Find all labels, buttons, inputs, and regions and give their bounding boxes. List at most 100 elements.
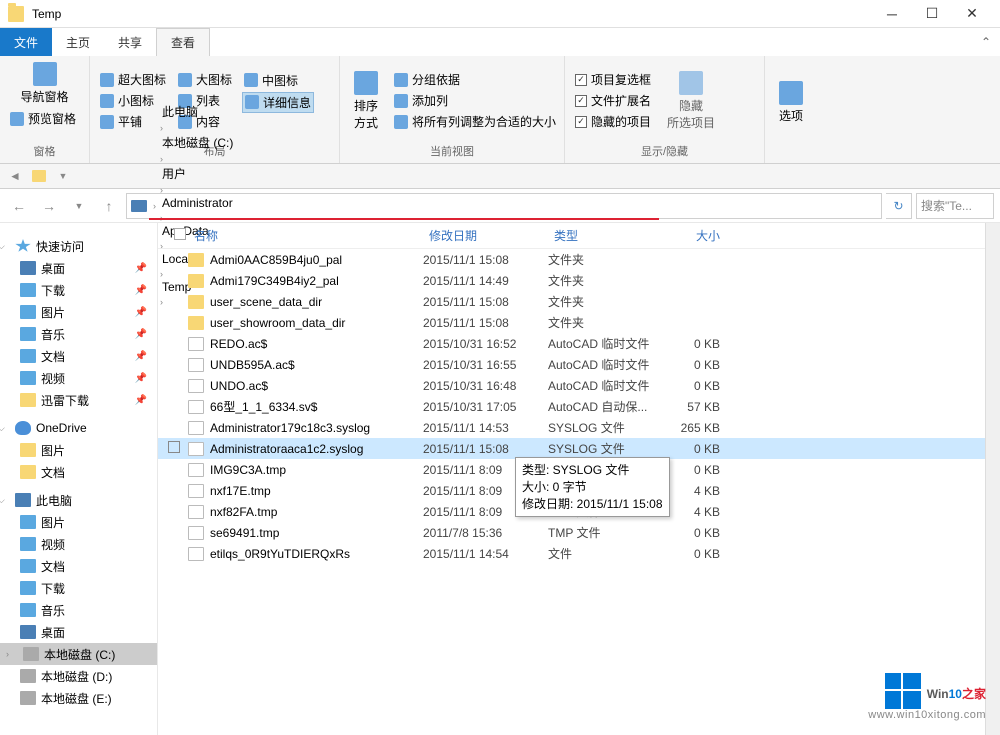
chk-hidden-items[interactable]: ✓隐藏的项目: [573, 112, 653, 131]
column-name[interactable]: 名称: [188, 227, 423, 244]
add-columns-button[interactable]: 添加列: [392, 91, 558, 110]
file-date: 2015/11/1 14:53: [423, 421, 548, 435]
file-row[interactable]: Admi179C349B4iy2_pal2015/11/1 14:49文件夹: [158, 270, 1000, 291]
pin-icon: 📌: [135, 263, 147, 274]
folder-icon: [8, 6, 24, 22]
chevron-down-icon: ⌵: [0, 495, 8, 506]
sidebar-videos[interactable]: 视频📌: [0, 367, 157, 389]
breadcrumb-caret-icon[interactable]: ›: [158, 185, 165, 195]
file-row[interactable]: 66型_1_1_6334.sv$2015/10/31 17:05AutoCAD …: [158, 396, 1000, 417]
chk-item-check[interactable]: ✓项目复选框: [573, 70, 653, 89]
tab-file[interactable]: 文件: [0, 28, 52, 56]
file-row[interactable]: Administratoraaca1c2.syslog2015/11/1 15:…: [158, 438, 1000, 459]
layout-extra-large[interactable]: 超大图标: [98, 70, 168, 89]
tab-share[interactable]: 共享: [104, 28, 156, 56]
qat-dropdown[interactable]: ▼: [54, 167, 72, 185]
history-dropdown[interactable]: ▼: [66, 193, 92, 219]
sidebar-onedrive-documents[interactable]: 文档: [0, 461, 157, 483]
sidebar-onedrive[interactable]: ⌵OneDrive: [0, 417, 157, 439]
sidebar-this-pc[interactable]: ⌵此电脑: [0, 489, 157, 511]
file-row[interactable]: user_scene_data_dir2015/11/1 15:08文件夹: [158, 291, 1000, 312]
search-input[interactable]: 搜索"Te...: [916, 193, 994, 219]
column-size[interactable]: 大小: [660, 227, 720, 244]
checkbox-icon: ✓: [575, 95, 587, 107]
sidebar-local-d[interactable]: 本地磁盘 (D:): [0, 665, 157, 687]
file-date: 2015/11/1 14:54: [423, 547, 548, 561]
sidebar-pc-desktop[interactable]: 桌面: [0, 621, 157, 643]
sidebar-pictures[interactable]: 图片📌: [0, 301, 157, 323]
file-row[interactable]: Administrator179c18c3.syslog2015/11/1 14…: [158, 417, 1000, 438]
maximize-button[interactable]: ☐: [912, 0, 952, 28]
sidebar-pc-downloads[interactable]: 下载: [0, 577, 157, 599]
forward-button[interactable]: →: [36, 193, 62, 219]
row-checkbox[interactable]: [168, 441, 180, 453]
sidebar[interactable]: ⌵快速访问 桌面📌 下载📌 图片📌 音乐📌 文档📌 视频📌 迅雷下载📌 ⌵One…: [0, 223, 158, 735]
file-row[interactable]: etilqs_0R9tYuTDIERQxRs2015/11/1 14:54文件0…: [158, 543, 1000, 564]
ribbon-toggle[interactable]: ⌃: [972, 28, 1000, 56]
file-row[interactable]: REDO.ac$2015/10/31 16:52AutoCAD 临时文件0 KB: [158, 333, 1000, 354]
breadcrumb-caret-icon[interactable]: ›: [151, 201, 158, 211]
drive-icon: [23, 647, 39, 661]
column-checkbox[interactable]: [168, 228, 188, 243]
file-row[interactable]: se69491.tmp2011/7/8 15:36TMP 文件0 KB: [158, 522, 1000, 543]
breadcrumb-segment[interactable]: 本地磁盘 (C:): [158, 134, 237, 151]
quick-access-toolbar: ◄ ▼: [0, 164, 1000, 189]
chevron-right-icon: ›: [6, 649, 16, 659]
breadcrumb-segment[interactable]: 用户: [158, 165, 237, 182]
file-row[interactable]: UNDB595A.ac$2015/10/31 16:55AutoCAD 临时文件…: [158, 354, 1000, 375]
layout-details[interactable]: 详细信息: [242, 92, 314, 113]
chk-file-ext[interactable]: ✓文件扩展名: [573, 91, 653, 110]
hide-selected-button[interactable]: 隐藏 所选项目: [661, 60, 721, 141]
sidebar-music[interactable]: 音乐📌: [0, 323, 157, 345]
breadcrumb-caret-icon[interactable]: ›: [158, 154, 165, 164]
preview-pane-button[interactable]: 预览窗格: [8, 109, 81, 128]
sidebar-documents[interactable]: 文档📌: [0, 345, 157, 367]
sidebar-pc-documents[interactable]: 文档: [0, 555, 157, 577]
tab-view[interactable]: 查看: [156, 28, 210, 56]
sidebar-pc-pictures[interactable]: 图片: [0, 511, 157, 533]
close-button[interactable]: ✕: [952, 0, 992, 28]
sort-button[interactable]: 排序方式: [348, 60, 384, 141]
group-by-icon: [394, 73, 408, 87]
minimize-button[interactable]: ─: [872, 0, 912, 28]
autosize-button[interactable]: 将所有列调整为合适的大小: [392, 112, 558, 131]
column-type[interactable]: 类型: [548, 227, 660, 244]
file-type: SYSLOG 文件: [548, 440, 660, 457]
scrollbar[interactable]: [985, 223, 1000, 735]
folder-icon: [188, 316, 204, 330]
folder-icon: [188, 295, 204, 309]
sidebar-local-c[interactable]: ›本地磁盘 (C:): [0, 643, 157, 665]
sidebar-onedrive-pictures[interactable]: 图片: [0, 439, 157, 461]
options-button[interactable]: 选项: [773, 60, 809, 145]
breadcrumb[interactable]: › 此电脑›本地磁盘 (C:)›用户›Administrator›AppData…: [126, 193, 882, 219]
up-button[interactable]: ↑: [96, 193, 122, 219]
sidebar-pc-videos[interactable]: 视频: [0, 533, 157, 555]
sidebar-desktop[interactable]: 桌面📌: [0, 257, 157, 279]
qat-new-folder[interactable]: [30, 167, 48, 185]
pictures-icon: [20, 305, 36, 319]
star-icon: [15, 239, 31, 253]
file-row[interactable]: user_showroom_data_dir2015/11/1 15:08文件夹: [158, 312, 1000, 333]
file-row[interactable]: UNDO.ac$2015/10/31 16:48AutoCAD 临时文件0 KB: [158, 375, 1000, 396]
nav-pane-button[interactable]: 导航窗格: [8, 60, 81, 107]
sidebar-xunlei[interactable]: 迅雷下载📌: [0, 389, 157, 411]
breadcrumb-segment[interactable]: Administrator: [158, 196, 237, 210]
sidebar-local-e[interactable]: 本地磁盘 (E:): [0, 687, 157, 709]
tab-home[interactable]: 主页: [52, 28, 104, 56]
layout-large[interactable]: 大图标: [176, 70, 234, 89]
breadcrumb-segment[interactable]: 此电脑: [158, 103, 237, 120]
refresh-button[interactable]: ↻: [886, 193, 912, 219]
layout-medium[interactable]: 中图标: [242, 71, 314, 90]
sidebar-quick-access[interactable]: ⌵快速访问: [0, 235, 157, 257]
qat-history[interactable]: ◄: [6, 167, 24, 185]
sidebar-pc-music[interactable]: 音乐: [0, 599, 157, 621]
layout-icon: [244, 73, 258, 87]
file-row[interactable]: Admi0AAC859B4ju0_pal2015/11/1 15:08文件夹: [158, 249, 1000, 270]
group-by-button[interactable]: 分组依据: [392, 70, 558, 89]
sidebar-downloads[interactable]: 下载📌: [0, 279, 157, 301]
back-button[interactable]: ←: [6, 193, 32, 219]
file-pane[interactable]: 名称 修改日期 类型 大小 Admi0AAC859B4ju0_pal2015/1…: [158, 223, 1000, 735]
pin-icon: 📌: [135, 395, 147, 406]
column-date[interactable]: 修改日期: [423, 227, 548, 244]
breadcrumb-caret-icon[interactable]: ›: [158, 123, 165, 133]
